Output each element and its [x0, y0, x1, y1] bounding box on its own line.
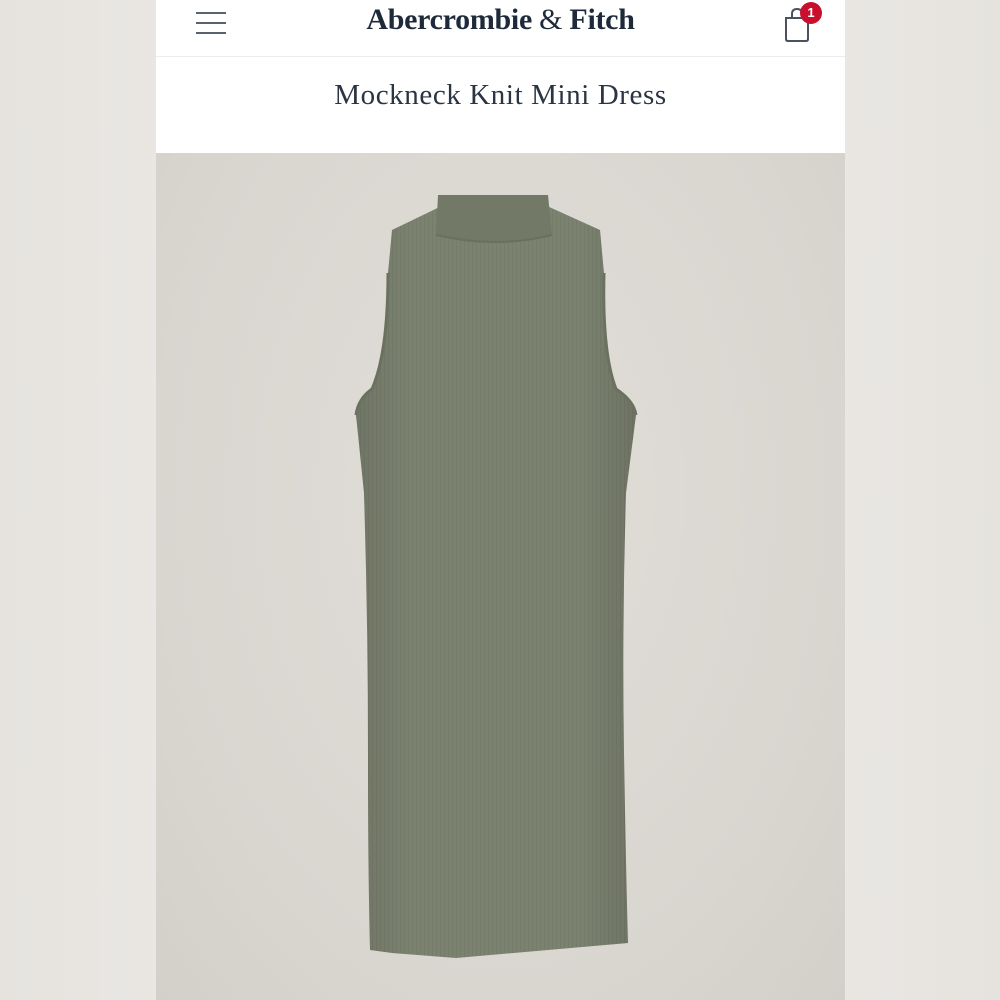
hamburger-menu-icon[interactable]	[194, 6, 228, 36]
brand-logo[interactable]: Abercrombie & Fitch	[156, 3, 845, 37]
site-header: Abercrombie & Fitch 1	[156, 0, 845, 57]
product-title: Mockneck Knit Mini Dress	[334, 79, 667, 111]
cart-count-badge: 1	[800, 2, 822, 24]
dress-mockneck-collar	[436, 195, 552, 242]
brand-name-main: Abercrombie	[366, 3, 532, 36]
dress-shading	[356, 201, 636, 958]
shopping-bag-button[interactable]: 1	[782, 2, 822, 42]
mobile-screen: Abercrombie & Fitch 1 Mockneck Knit Mini…	[156, 0, 845, 1000]
brand-ampersand: &	[531, 3, 570, 36]
product-title-bar: Mockneck Knit Mini Dress	[156, 57, 845, 153]
dress-illustration	[354, 195, 638, 958]
brand-name-tail: Fitch	[569, 3, 635, 36]
product-image[interactable]	[156, 153, 845, 1000]
